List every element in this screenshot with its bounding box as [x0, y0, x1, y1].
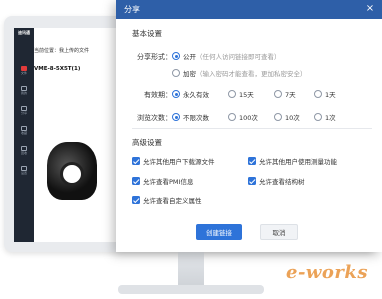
monitor-stand-base — [118, 285, 264, 294]
allow-download-checkbox[interactable]: 允许其他用户下载源文件 — [132, 156, 215, 166]
dialog-title: 分享 — [124, 5, 140, 14]
validity-label: 有效期： — [144, 91, 172, 99]
cancel-button[interactable]: 取消 — [260, 224, 298, 240]
radio-icon — [172, 113, 180, 121]
sidebar-item-settings[interactable]: 设置 — [18, 166, 30, 177]
checkbox-icon — [132, 157, 140, 165]
views-10-radio[interactable]: 10次 — [274, 112, 300, 122]
views-unlimited-radio[interactable]: 不限次数 — [172, 112, 209, 122]
basic-settings-heading: 基本设置 — [132, 29, 162, 38]
model-part-hole — [60, 162, 84, 186]
share-dialog: 分享 × 基本设置 分享形式： 公开 （任何人访问链接即可查看） 加密 （输入密… — [116, 0, 382, 252]
sidebar-item-mine[interactable]: 我的 — [18, 86, 30, 97]
checkbox-icon — [248, 157, 256, 165]
checkbox-icon — [132, 196, 140, 204]
share-form-encrypted-radio[interactable]: 加密 （输入密码才能查看，更加私密安全） — [172, 68, 307, 78]
allow-pmi-checkbox[interactable]: 允许查看PMI信息 — [132, 176, 193, 186]
app-logo: 迪讯通 — [18, 30, 30, 35]
allow-measure-checkbox[interactable]: 允许其他用户使用测量功能 — [248, 156, 337, 166]
divider — [132, 128, 372, 129]
radio-icon — [228, 90, 236, 98]
monitor-stand-neck — [178, 252, 204, 286]
app-sidebar: 迪讯通 文件 我的 分享 收藏 回收 设置 — [14, 28, 34, 242]
views-100-radio[interactable]: 100次 — [228, 112, 258, 122]
eworks-watermark: e-works — [286, 262, 369, 283]
promo-scene: 迪讯通 文件 我的 分享 收藏 回收 设置 当前位置：我上传的文件 VME-8-… — [0, 0, 382, 299]
sidebar-item-favorites[interactable]: 收藏 — [18, 126, 30, 137]
close-icon[interactable]: × — [364, 2, 376, 15]
share-form-public-radio[interactable]: 公开 （任何人访问链接即可查看） — [172, 51, 281, 61]
radio-icon — [274, 113, 282, 121]
model-title: VME-8-5X5T(1) — [34, 66, 81, 72]
sidebar-item-files[interactable]: 文件 — [18, 66, 30, 77]
create-link-button[interactable]: 创建链接 — [196, 224, 242, 240]
advanced-settings-heading: 高级设置 — [132, 138, 162, 147]
share-form-label: 分享形式： — [137, 53, 172, 61]
sidebar-item-trash[interactable]: 回收 — [18, 146, 30, 157]
radio-icon — [314, 113, 322, 121]
validity-1day-radio[interactable]: 1天 — [314, 89, 336, 99]
views-label: 浏览次数： — [137, 114, 172, 122]
breadcrumb: 当前位置：我上传的文件 — [34, 48, 90, 54]
allow-tree-checkbox[interactable]: 允许查看结构树 — [248, 176, 305, 186]
checkbox-icon — [132, 177, 140, 185]
validity-permanent-radio[interactable]: 永久有效 — [172, 89, 209, 99]
allow-custom-props-checkbox[interactable]: 允许查看自定义属性 — [132, 195, 202, 205]
model-viewport[interactable] — [32, 128, 97, 218]
views-1-radio[interactable]: 1次 — [314, 112, 336, 122]
radio-icon — [172, 52, 180, 60]
validity-7days-radio[interactable]: 7天 — [274, 89, 296, 99]
radio-icon — [228, 113, 236, 121]
checkbox-icon — [248, 177, 256, 185]
radio-icon — [172, 90, 180, 98]
radio-icon — [314, 90, 322, 98]
radio-icon — [172, 69, 180, 77]
dialog-header: 分享 × — [116, 0, 382, 19]
validity-15days-radio[interactable]: 15天 — [228, 89, 254, 99]
sidebar-item-share[interactable]: 分享 — [18, 106, 30, 117]
radio-icon — [274, 90, 282, 98]
